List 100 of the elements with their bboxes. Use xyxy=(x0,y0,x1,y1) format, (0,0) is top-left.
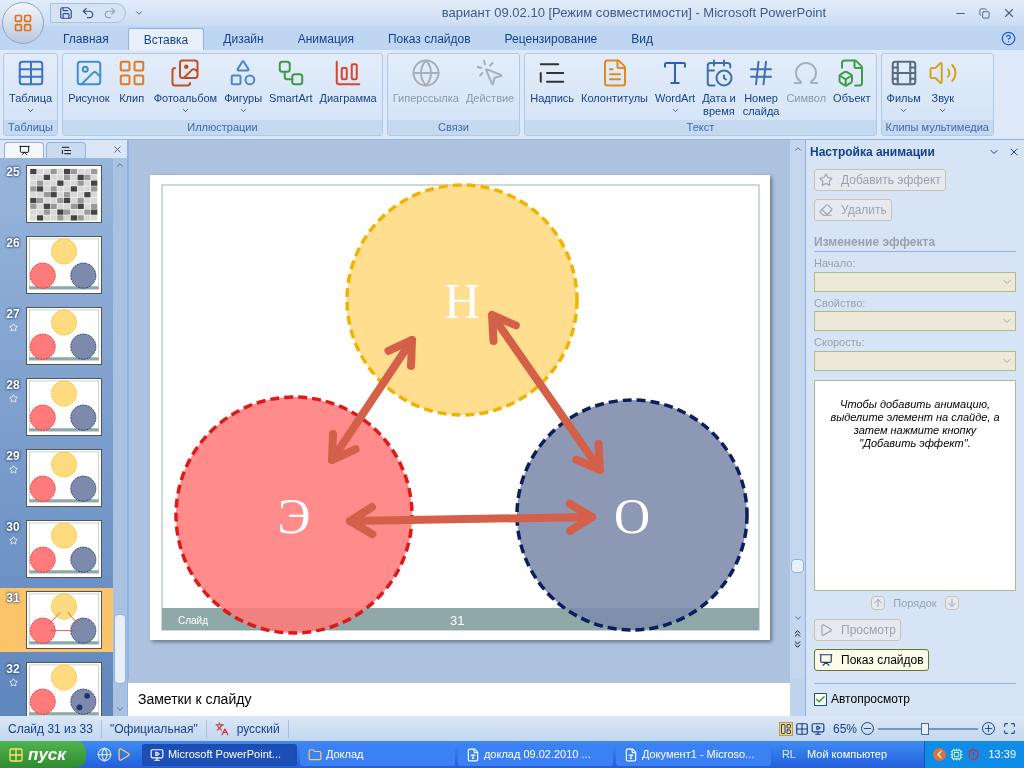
slide-number: 28 xyxy=(6,378,20,392)
undo-icon[interactable] xyxy=(81,6,95,20)
footer-label: Слайд xyxy=(177,615,208,626)
ribbon-button[interactable]: Фильм xyxy=(883,54,924,115)
previous-slide-icon[interactable] xyxy=(792,628,803,639)
presentation-icon xyxy=(149,747,164,762)
ribbon-tab[interactable]: Рецензирование xyxy=(489,28,613,50)
ribbon-button[interactable]: SmartArt xyxy=(266,54,316,105)
caret-icon xyxy=(180,106,190,115)
ribbon-button[interactable]: Фигуры xyxy=(221,54,266,115)
fit-to-window-icon[interactable] xyxy=(1003,722,1016,735)
ribbon-tab[interactable]: Главная xyxy=(48,28,124,50)
status-text: русский xyxy=(228,719,289,738)
slide-number: 29 xyxy=(6,449,20,463)
field-label: Свойство: xyxy=(814,295,867,311)
slide-show-icon xyxy=(819,653,833,667)
slide-number: 31 xyxy=(6,591,20,605)
scroll-thumb[interactable] xyxy=(114,614,126,684)
section-title: Изменение эффекта xyxy=(814,233,1016,253)
zoom-slider[interactable] xyxy=(878,722,978,735)
normal-view-icon[interactable] xyxy=(778,721,793,736)
group-label: Связи xyxy=(387,120,520,135)
slide-thumbnail[interactable] xyxy=(26,307,102,365)
ribbon-tab[interactable]: Дизайн xyxy=(208,28,279,50)
ribbon-button[interactable]: Таблица xyxy=(6,54,56,115)
circle-letter: О xyxy=(613,488,650,544)
ribbon-button[interactable]: Объект xyxy=(830,54,874,105)
pane-title: Настройка анимации xyxy=(810,143,936,161)
slide-thumbnail[interactable] xyxy=(26,591,102,649)
group-label: Текст xyxy=(525,120,876,135)
document-icon xyxy=(623,747,638,762)
toolbar-label[interactable]: Мой компьютер xyxy=(807,746,888,763)
ribbon-button[interactable]: Рисунок xyxy=(65,54,113,105)
language-indicator[interactable]: RL xyxy=(781,746,796,763)
globe-icon xyxy=(410,58,441,88)
ribbon-button[interactable]: Дата и время xyxy=(699,54,739,118)
ribbon-button[interactable]: Клип xyxy=(113,54,150,105)
add-effect-icon xyxy=(819,173,833,188)
ribbon-button[interactable]: Колонтитулы xyxy=(578,54,651,105)
sorter-view-icon[interactable] xyxy=(794,721,809,736)
ribbon-button[interactable]: Звук xyxy=(924,54,961,115)
scrollbar[interactable] xyxy=(113,158,127,716)
slide-number: 30 xyxy=(6,520,20,534)
group-label: Таблицы xyxy=(4,120,58,135)
ribbon-button[interactable]: Фотоальбом xyxy=(150,54,221,115)
slide-thumbnail[interactable] xyxy=(26,662,102,716)
close-icon[interactable] xyxy=(112,144,123,155)
field-label: Начало: xyxy=(814,256,857,272)
close-icon[interactable] xyxy=(1002,6,1016,20)
customize-toolbar-icon[interactable] xyxy=(134,8,144,18)
slide-thumbnail[interactable] xyxy=(26,236,102,294)
remove-icon xyxy=(819,203,833,218)
folder-icon xyxy=(307,747,322,762)
ribbon-tab[interactable]: Вид xyxy=(616,28,668,50)
caret-icon xyxy=(26,106,36,115)
zoom-in-icon[interactable] xyxy=(982,722,995,735)
ribbon-tab[interactable]: Показ слайдов xyxy=(373,28,486,50)
slide-thumbnail[interactable] xyxy=(26,520,102,578)
taskbar-button[interactable]: Доклад xyxy=(299,743,455,766)
tray-expand-icon[interactable] xyxy=(933,748,947,761)
slide-show-button[interactable]: Показ слайдов xyxy=(814,649,929,671)
taskbar-button[interactable]: Microsoft PowerPoint... xyxy=(141,743,297,766)
slide-show-icon[interactable] xyxy=(810,721,825,736)
caret-icon xyxy=(238,106,248,115)
next-slide-icon[interactable] xyxy=(792,639,803,650)
hardware-icon[interactable] xyxy=(950,748,964,761)
restore-icon[interactable] xyxy=(979,7,990,19)
autopreview-checkbox[interactable] xyxy=(814,692,827,706)
taskbar-button[interactable]: Документ1 - Microso... xyxy=(615,743,771,766)
slides-tab[interactable] xyxy=(4,142,44,158)
ribbon-button[interactable]: Надпись xyxy=(527,54,578,105)
ribbon-tab[interactable]: Анимация xyxy=(282,28,369,50)
save-icon[interactable] xyxy=(59,6,73,20)
spelling-icon[interactable] xyxy=(214,721,229,736)
slide-thumbnail[interactable] xyxy=(26,165,102,223)
slide-icon xyxy=(18,145,30,156)
ribbon-button[interactable]: Диаграмма xyxy=(316,54,380,105)
hint-text: Чтобы добавить анимацию, выделите элемент на слайде, а затем нажмите кнопку "Добавить эффект". xyxy=(829,397,1001,450)
slide-number: 26 xyxy=(6,236,20,250)
circle-letter: Н xyxy=(443,273,480,329)
browser-icon[interactable] xyxy=(96,747,112,762)
ribbon-tab[interactable]: Вставка xyxy=(127,28,205,50)
caret-icon xyxy=(670,106,680,115)
taskbar-button[interactable]: доклад 09.02.2010 ... xyxy=(457,743,613,766)
preview-icon xyxy=(819,623,833,637)
media-player-icon[interactable] xyxy=(115,747,131,762)
outline-tab[interactable] xyxy=(46,142,86,158)
group-label: Иллюстрации xyxy=(63,120,382,135)
slide-number: 27 xyxy=(6,307,20,321)
window-title: вариант 09.02.10 [Режим совместимости] - Microsoft PowerPoint xyxy=(440,4,828,23)
field-label: Скорость: xyxy=(814,335,866,351)
slide-thumbnail[interactable] xyxy=(26,378,102,436)
help-icon[interactable] xyxy=(1001,31,1016,46)
scroll-thumb[interactable] xyxy=(791,559,804,573)
ribbon-button[interactable]: WordArt xyxy=(652,54,699,115)
ribbon-button[interactable]: Номер слайда xyxy=(739,54,783,118)
scrollbar[interactable] xyxy=(790,140,805,679)
slide-thumbnail[interactable] xyxy=(26,449,102,507)
notes-pane[interactable]: Заметки к слайду xyxy=(128,679,790,716)
zoom-thumb[interactable] xyxy=(921,722,929,735)
